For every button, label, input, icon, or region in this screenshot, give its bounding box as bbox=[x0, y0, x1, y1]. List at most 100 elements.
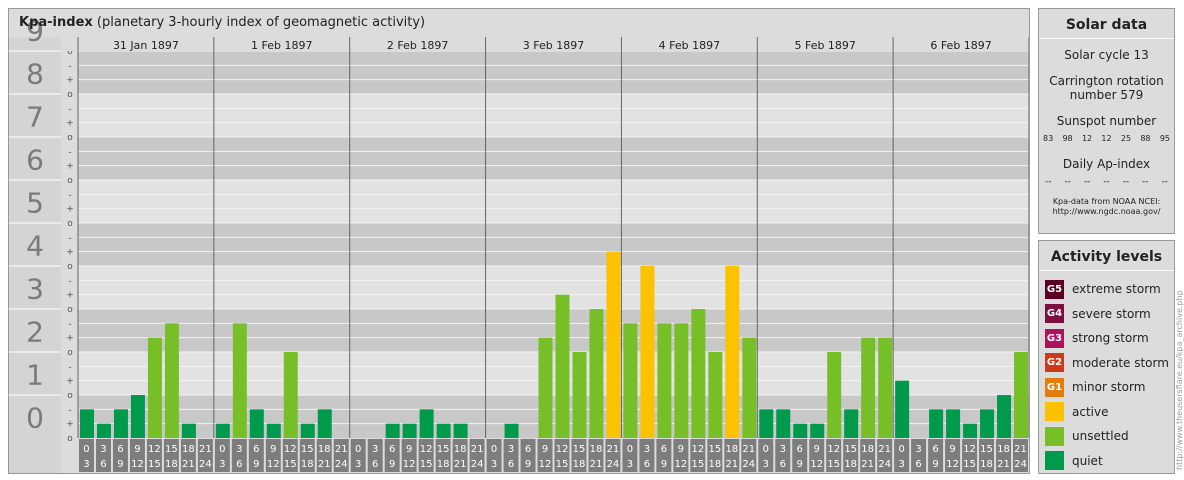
carrington-line-1: Carrington rotation bbox=[1049, 74, 1164, 88]
level-label: severe storm bbox=[1072, 306, 1151, 321]
kp-bar bbox=[895, 380, 910, 438]
time-end-label: 9 bbox=[797, 459, 803, 470]
ap-value: -- bbox=[1045, 177, 1052, 187]
level-item-moderate-storm: G2 moderate storm bbox=[1039, 351, 1174, 376]
y-minor-tick-label: o bbox=[67, 391, 73, 401]
y-minor-tick-label: o bbox=[67, 133, 73, 143]
solar-cycle: Solar cycle 13 bbox=[1064, 48, 1149, 62]
ap-value: -- bbox=[1064, 177, 1071, 187]
y-minor-tick-label: o bbox=[67, 219, 73, 229]
kp-band-7 bbox=[78, 94, 1029, 137]
y-minor-tick-label: + bbox=[66, 334, 74, 344]
time-start-label: 18 bbox=[454, 444, 467, 455]
time-start-label: 21 bbox=[878, 444, 891, 455]
y-tick-label: 0 bbox=[26, 402, 44, 435]
time-start-label: 0 bbox=[627, 444, 633, 455]
level-swatch bbox=[1045, 451, 1064, 471]
time-start-label: 12 bbox=[148, 444, 161, 455]
time-start-label: 3 bbox=[372, 444, 378, 455]
time-start-label: 6 bbox=[117, 444, 123, 455]
kp-bar bbox=[504, 423, 519, 438]
kp-band-6 bbox=[78, 137, 1029, 180]
y-tick-label: 7 bbox=[26, 101, 44, 134]
y-minor-tick-label: - bbox=[68, 233, 71, 243]
time-start-label: 0 bbox=[83, 444, 89, 455]
time-end-label: 15 bbox=[827, 459, 840, 470]
sunspot-value: 25 bbox=[1120, 134, 1132, 143]
y-tick-label: 4 bbox=[26, 230, 44, 263]
y-minor-tick-label: + bbox=[66, 205, 74, 215]
y-minor-tick-label: - bbox=[68, 104, 71, 114]
kp-bar bbox=[623, 323, 638, 438]
time-start-label: 15 bbox=[708, 444, 721, 455]
time-start-label: 0 bbox=[763, 444, 769, 455]
level-swatch: G3 bbox=[1045, 328, 1064, 348]
time-end-label: 24 bbox=[199, 459, 212, 470]
y-tick-label: 6 bbox=[26, 144, 44, 177]
time-end-label: 21 bbox=[861, 459, 874, 470]
y-minor-tick-label: o bbox=[67, 434, 73, 444]
y-minor-tick-label: o bbox=[67, 262, 73, 272]
time-start-label: 12 bbox=[556, 444, 569, 455]
time-end-label: 6 bbox=[100, 459, 106, 470]
time-start-label: 15 bbox=[301, 444, 314, 455]
time-end-label: 9 bbox=[253, 459, 259, 470]
level-item-quiet: quiet bbox=[1039, 449, 1174, 474]
time-end-label: 21 bbox=[997, 459, 1010, 470]
level-swatch: G1 bbox=[1045, 377, 1064, 397]
sunspot-values: 83 98 12 12 25 88 95 bbox=[1039, 134, 1174, 143]
time-end-label: 18 bbox=[437, 459, 450, 470]
carrington-line-2: number 579 bbox=[1069, 88, 1144, 102]
time-end-label: 21 bbox=[454, 459, 467, 470]
ap-value: -- bbox=[1161, 177, 1168, 187]
y-tick-label: 1 bbox=[26, 359, 44, 392]
time-end-label: 18 bbox=[165, 459, 178, 470]
kp-bar bbox=[946, 409, 961, 438]
time-end-label: 18 bbox=[573, 459, 586, 470]
time-end-label: 12 bbox=[131, 459, 144, 470]
day-label: 5 Feb 1897 bbox=[794, 39, 855, 52]
activity-levels-title: Activity levels bbox=[1039, 241, 1174, 271]
time-start-label: 3 bbox=[644, 444, 650, 455]
y-minor-tick-label: o bbox=[67, 176, 73, 186]
time-end-label: 12 bbox=[810, 459, 823, 470]
level-label: extreme storm bbox=[1072, 282, 1161, 297]
y-minor-tick-label: - bbox=[68, 61, 71, 71]
time-start-label: 3 bbox=[508, 444, 514, 455]
time-end-label: 12 bbox=[267, 459, 280, 470]
time-end-label: 21 bbox=[182, 459, 195, 470]
y-minor-tick-label: + bbox=[66, 162, 74, 172]
kp-bar bbox=[606, 251, 621, 438]
time-start-label: 6 bbox=[661, 444, 667, 455]
kpa-chart: 0123456789o+-o+-o+-o+-o+-o+-o+-o+-o+-o 31… bbox=[9, 15, 1029, 473]
day-label: 31 Jan 1897 bbox=[113, 39, 179, 52]
data-source-link[interactable]: http://www.ngdc.noaa.gov/ bbox=[1039, 207, 1174, 217]
ap-value: -- bbox=[1083, 177, 1091, 187]
y-minor-tick-label: - bbox=[68, 276, 71, 286]
y-minor-tick-label: + bbox=[66, 420, 74, 430]
y-minor-tick-label: o bbox=[67, 348, 73, 358]
time-end-label: 6 bbox=[236, 459, 242, 470]
time-start-label: 9 bbox=[814, 444, 820, 455]
kp-bar bbox=[657, 323, 672, 438]
y-minor-tick-label: - bbox=[68, 405, 71, 415]
kp-bar bbox=[249, 409, 264, 438]
time-end-label: 18 bbox=[980, 459, 993, 470]
kp-bar bbox=[317, 409, 332, 438]
time-end-label: 9 bbox=[117, 459, 123, 470]
time-end-label: 24 bbox=[335, 459, 348, 470]
time-start-label: 3 bbox=[780, 444, 786, 455]
sunspot-value: 88 bbox=[1140, 134, 1151, 143]
time-end-label: 3 bbox=[763, 459, 769, 470]
kp-band-8 bbox=[78, 51, 1029, 94]
kp-bar bbox=[691, 309, 706, 438]
time-end-label: 24 bbox=[607, 459, 620, 470]
time-end-label: 24 bbox=[742, 459, 755, 470]
time-start-label: 18 bbox=[725, 444, 738, 455]
time-end-label: 24 bbox=[471, 459, 484, 470]
time-end-label: 9 bbox=[932, 459, 938, 470]
time-end-label: 18 bbox=[844, 459, 857, 470]
time-start-label: 12 bbox=[284, 444, 297, 455]
kp-bar bbox=[266, 423, 281, 438]
kp-bar bbox=[997, 395, 1012, 438]
